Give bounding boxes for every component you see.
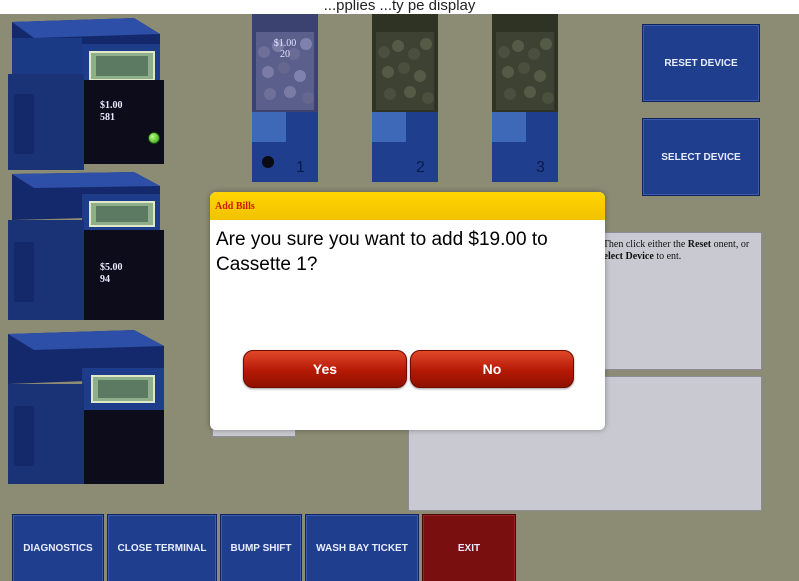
cassette-count: 94 <box>100 274 110 285</box>
wash-bay-ticket-button[interactable]: WASH BAY TICKET <box>305 514 419 581</box>
coin-hopper-3[interactable]: 3 <box>490 12 560 187</box>
coin-hopper-icon: 2 <box>372 14 438 182</box>
instructions-reset-keyword: Reset <box>687 239 712 250</box>
bill-dispenser-screen: ...pplies ...ty pe display $1.00 581 $5.… <box>0 0 799 581</box>
cassette-3[interactable] <box>4 328 164 488</box>
instructions-part-1: . Then click either the <box>598 239 688 250</box>
dialog-header: Add Bills <box>210 192 605 220</box>
cassette-denomination: $1.00 <box>100 100 123 111</box>
cassette-denomination: $5.00 <box>100 262 123 273</box>
instructions-text: . Then click either the Reset onent, or … <box>598 239 758 263</box>
cassette-count: 581 <box>100 112 115 123</box>
dialog-title: Add Bills <box>215 201 255 212</box>
add-bills-dialog: Add Bills Are you sure you want to add $… <box>210 192 605 430</box>
cassette-1[interactable]: $1.00 581 <box>4 14 164 174</box>
hopper-count: 20 <box>280 49 290 60</box>
no-button[interactable]: No <box>410 350 574 388</box>
instructions-part-3: to ent. <box>653 251 682 262</box>
coin-hopper-1[interactable]: 1 $1.00 20 <box>250 12 320 187</box>
instructions-part-2: onent, or <box>711 239 750 250</box>
coin-hopper-icon: 3 <box>492 14 558 182</box>
instructions-select-keyword: Select Device <box>598 251 654 262</box>
yes-button[interactable]: Yes <box>243 350 407 388</box>
status-led-icon <box>148 132 160 144</box>
exit-button[interactable]: EXIT <box>422 514 516 581</box>
hopper-number: 1 <box>296 159 305 176</box>
diagnostics-button[interactable]: DIAGNOSTICS <box>12 514 104 581</box>
hopper-denomination: $1.00 <box>273 38 297 49</box>
cassette-2[interactable]: $5.00 94 <box>4 170 164 330</box>
reset-device-button[interactable]: RESET DEVICE <box>642 24 760 102</box>
coin-hopper-2[interactable]: 2 <box>370 12 440 187</box>
bill-cassette-icon <box>8 172 164 320</box>
bill-cassette-icon <box>8 18 164 170</box>
bump-shift-button[interactable]: BUMP SHIFT <box>220 514 302 581</box>
select-device-button[interactable]: SELECT DEVICE <box>642 118 760 196</box>
close-terminal-button[interactable]: CLOSE TERMINAL <box>107 514 217 581</box>
hopper-number: 3 <box>536 159 545 176</box>
instructions-panel: . Then click either the Reset onent, or … <box>592 232 762 370</box>
bill-cassette-icon <box>8 330 164 484</box>
hopper-number: 2 <box>416 159 425 176</box>
dialog-message: Are you sure you want to add $19.00 to C… <box>216 229 548 275</box>
